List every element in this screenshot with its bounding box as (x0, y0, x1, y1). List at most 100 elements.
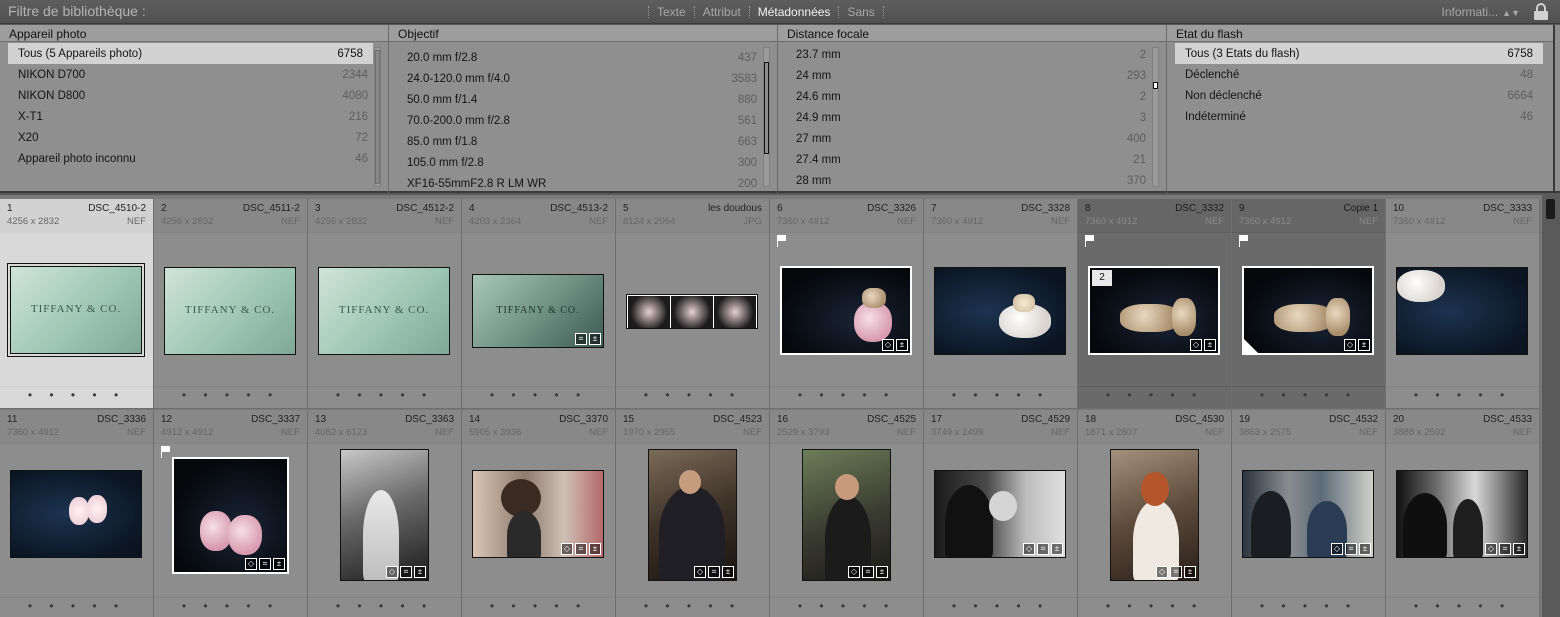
star-rating[interactable]: • • • • • (0, 386, 153, 408)
grid-cell[interactable]: 16 DSC_4525 2529 x 3793 NEF ◇ ⌗ ± • • • … (770, 410, 924, 617)
grid-cell[interactable]: 3 DSC_4512-2 4256 x 2832 NEF TIFFANY & C… (308, 199, 462, 409)
photo-thumbnail[interactable]: ◇ ⌗ ± (934, 470, 1066, 558)
grid-cell[interactable]: 9 Copie 1 7360 x 4912 NEF ◇ ± • • • • • (1232, 199, 1386, 409)
keyword-tag-icon[interactable]: ◇ (848, 566, 860, 578)
star-rating[interactable]: • • • • • (770, 597, 923, 617)
photo-thumbnail[interactable]: 2 ◇ ± (1088, 266, 1220, 355)
grid-scrollbar[interactable] (1543, 195, 1560, 617)
scrollbar-thumb[interactable] (1546, 199, 1555, 219)
list-item[interactable]: Indéterminé 46 (1167, 106, 1553, 127)
photo-thumbnail[interactable]: ◇ ⌗ ± (802, 449, 891, 581)
list-item[interactable]: 23.7 mm 2 (778, 44, 1166, 65)
star-rating[interactable]: • • • • • (1232, 386, 1385, 408)
list-item[interactable]: 27 mm 400 (778, 128, 1166, 149)
crop-icon[interactable]: ⌗ (575, 543, 587, 555)
star-rating[interactable]: • • • • • (1078, 597, 1231, 617)
photo-thumbnail[interactable] (10, 470, 142, 558)
list-item[interactable]: 24.9 mm 3 (778, 107, 1166, 128)
star-rating[interactable]: • • • • • (1078, 386, 1231, 408)
list-item[interactable]: 85.0 mm f/1.8 663 (389, 131, 777, 152)
crop-icon[interactable]: ⌗ (708, 566, 720, 578)
list-item[interactable]: 20.0 mm f/2.8 437 (389, 47, 777, 68)
keyword-tag-icon[interactable]: ◇ (245, 558, 257, 570)
star-rating[interactable]: • • • • • (154, 597, 307, 617)
star-rating[interactable]: • • • • • (308, 597, 461, 617)
list-item[interactable]: 70.0-200.0 mm f/2.8 561 (389, 110, 777, 131)
photo-thumbnail[interactable]: ◇ ⌗ ± (1242, 470, 1374, 558)
grid-cell[interactable]: 20 DSC_4533 3888 x 2592 NEF ◇ ⌗ ± • • • … (1386, 410, 1540, 617)
photo-thumbnail[interactable]: ◇ ⌗ ± (1396, 470, 1528, 558)
list-item[interactable]: Non déclenché 6664 (1167, 85, 1553, 106)
star-rating[interactable]: • • • • • (616, 597, 769, 617)
photo-thumbnail[interactable] (934, 267, 1066, 355)
grid-cell[interactable]: 2 DSC_4511-2 4256 x 2832 NEF TIFFANY & C… (154, 199, 308, 409)
list-item[interactable]: 28 mm 370 (778, 170, 1166, 191)
list-item[interactable]: Tous (3 Etats du flash) 6758 (1175, 43, 1543, 64)
star-rating[interactable]: • • • • • (616, 386, 769, 408)
column-scrollbar[interactable] (374, 47, 381, 187)
crop-icon[interactable]: ⌗ (1499, 543, 1511, 555)
list-item[interactable]: 105.0 mm f/2.8 300 (389, 152, 777, 173)
star-rating[interactable]: • • • • • (462, 386, 615, 408)
grid-cell[interactable]: 7 DSC_3328 7360 x 4912 NEF • • • • • (924, 199, 1078, 409)
list-item[interactable]: 24 mm 293 (778, 65, 1166, 86)
crop-icon[interactable]: ⌗ (400, 566, 412, 578)
star-rating[interactable]: • • • • • (0, 597, 153, 617)
list-item[interactable]: XF16-55mmF2.8 R LM WR 200 (389, 173, 777, 193)
photo-thumbnail[interactable]: ◇ ⌗ ± (172, 457, 289, 574)
grid-cell[interactable]: 10 DSC_3333 7360 x 4912 NEF • • • • • (1386, 199, 1540, 409)
tab-sans[interactable]: Sans (847, 5, 874, 19)
list-item[interactable]: NIKON D700 2344 (0, 64, 388, 85)
list-item[interactable]: Tous (5 Appareils photo) 6758 (8, 43, 373, 64)
develop-adjust-icon[interactable]: ± (722, 566, 734, 578)
column-scrollbar[interactable] (1152, 47, 1159, 187)
grid-cell[interactable]: 19 DSC_4532 3863 x 2575 NEF ◇ ⌗ ± • • • … (1232, 410, 1386, 617)
list-item[interactable]: 50.0 mm f/1.4 880 (389, 89, 777, 110)
star-rating[interactable]: • • • • • (924, 386, 1077, 408)
keyword-tag-icon[interactable]: ◇ (386, 566, 398, 578)
develop-adjust-icon[interactable]: ± (589, 543, 601, 555)
photo-thumbnail[interactable]: ◇ ± (780, 266, 912, 355)
crop-icon[interactable]: ⌗ (1345, 543, 1357, 555)
flag-icon[interactable] (161, 446, 171, 458)
list-item[interactable]: X20 72 (0, 127, 388, 148)
lock-icon[interactable] (1534, 3, 1548, 20)
star-rating[interactable]: • • • • • (924, 597, 1077, 617)
photo-thumbnail[interactable]: TIFFANY & CO. (164, 267, 296, 355)
keyword-tag-icon[interactable]: ◇ (1023, 543, 1035, 555)
grid-cell[interactable]: 1 DSC_4510-2 4256 x 2832 NEF TIFFANY & C… (0, 199, 154, 409)
list-item[interactable]: X-T1 216 (0, 106, 388, 127)
crop-icon[interactable]: ⌗ (259, 558, 271, 570)
list-item[interactable]: Appareil photo inconnu 46 (0, 148, 388, 169)
grid-cell[interactable]: 8 DSC_3332 7360 x 4912 NEF 2 ◇ ± • • • •… (1078, 199, 1232, 409)
develop-adjust-icon[interactable]: ± (1184, 566, 1196, 578)
keyword-tag-icon[interactable]: ◇ (1156, 566, 1168, 578)
list-item[interactable]: 24.0-120.0 mm f/4.0 3583 (389, 68, 777, 89)
tab-attribut[interactable]: Attribut (703, 5, 741, 19)
develop-adjust-icon[interactable]: ± (1358, 339, 1370, 351)
tab-metadonnees[interactable]: Métadonnées (758, 5, 831, 19)
star-rating[interactable]: • • • • • (1386, 386, 1539, 408)
photo-thumbnail[interactable] (626, 294, 758, 329)
grid-cell[interactable]: 4 DSC_4513-2 4203 x 2364 NEF TIFFANY & C… (462, 199, 616, 409)
keyword-tag-icon[interactable]: ◇ (1190, 339, 1202, 351)
list-item[interactable]: NIKON D800 4080 (0, 85, 388, 106)
flag-icon[interactable] (1085, 235, 1095, 247)
star-rating[interactable]: • • • • • (462, 597, 615, 617)
photo-thumbnail[interactable]: TIFFANY & CO. ⌗ ± (472, 274, 604, 348)
grid-cell[interactable]: 11 DSC_3336 7360 x 4912 NEF • • • • • (0, 410, 154, 617)
crop-icon[interactable]: ⌗ (1170, 566, 1182, 578)
grid-cell[interactable]: 14 DSC_3370 5905 x 3936 NEF ◇ ⌗ ± • • • … (462, 410, 616, 617)
keyword-tag-icon[interactable]: ◇ (1485, 543, 1497, 555)
photo-thumbnail[interactable]: TIFFANY & CO. (7, 263, 145, 357)
list-item[interactable]: 24.6 mm 2 (778, 86, 1166, 107)
flag-icon[interactable] (1239, 235, 1249, 247)
grid-cell[interactable]: 12 DSC_3337 4912 x 4912 NEF ◇ ⌗ ± • • • … (154, 410, 308, 617)
develop-adjust-icon[interactable]: ± (414, 566, 426, 578)
list-item[interactable]: 27.4 mm 21 (778, 149, 1166, 170)
keyword-tag-icon[interactable]: ◇ (694, 566, 706, 578)
develop-adjust-icon[interactable]: ± (1204, 339, 1216, 351)
develop-adjust-icon[interactable]: ± (876, 566, 888, 578)
photo-thumbnail[interactable]: ◇ ⌗ ± (648, 449, 737, 581)
develop-adjust-icon[interactable]: ± (896, 339, 908, 351)
